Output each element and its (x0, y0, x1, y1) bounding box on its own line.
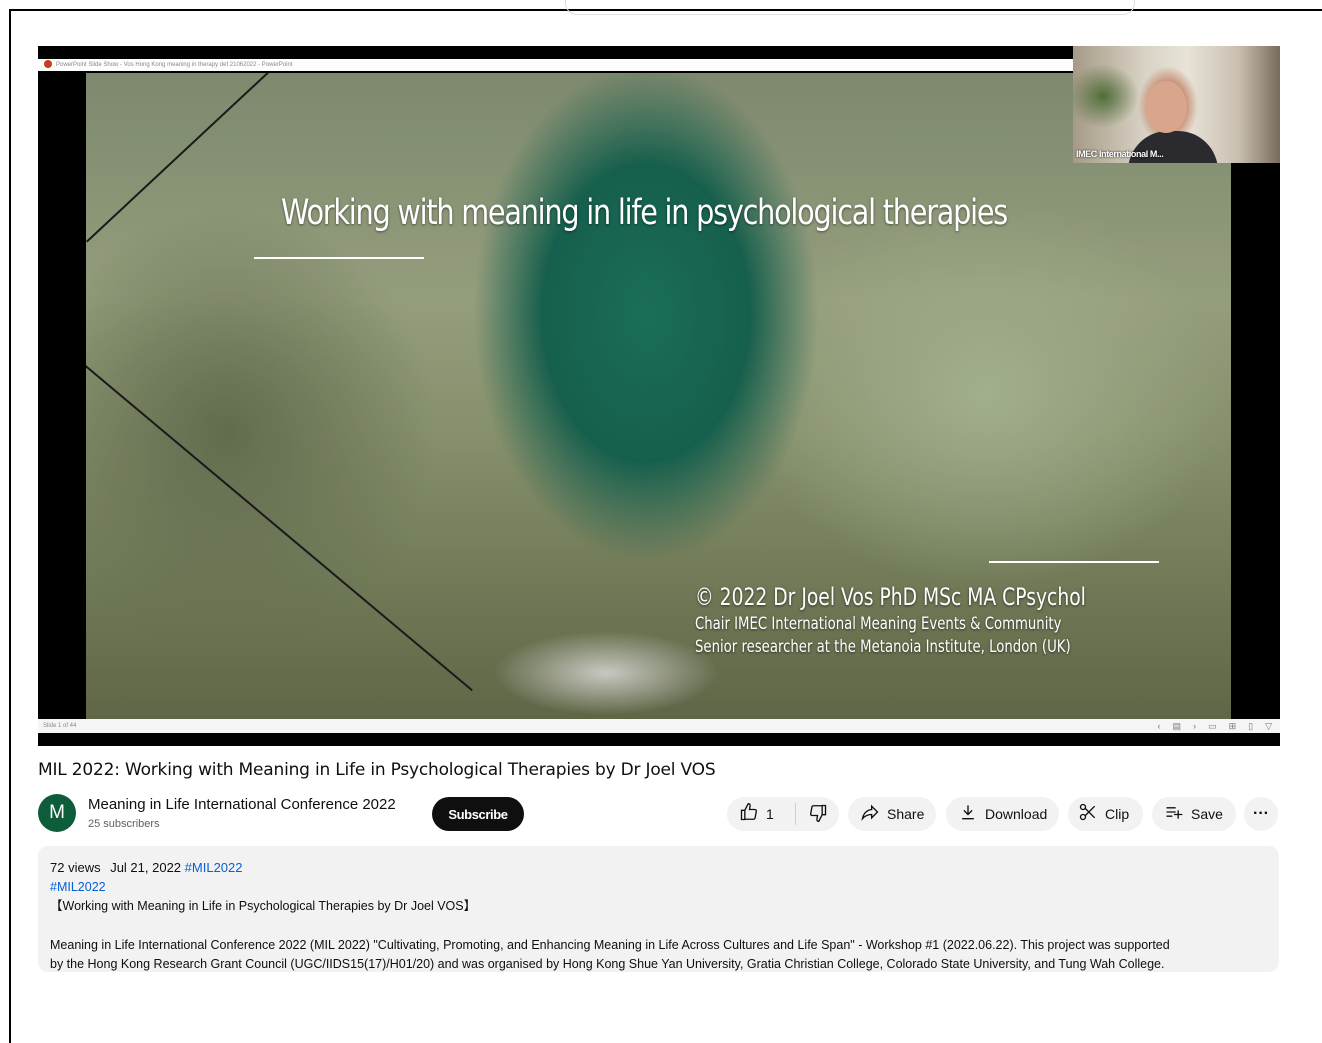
save-button[interactable]: Save (1152, 797, 1236, 831)
channel-name[interactable]: Meaning in Life International Conference… (88, 796, 396, 813)
normal-view-icon: ▭ (1208, 721, 1217, 731)
video-title: MIL 2022: Working with Meaning in Life i… (38, 760, 716, 780)
powerpoint-icon (44, 60, 52, 69)
reading-view-icon: ▯ (1248, 721, 1254, 731)
thumbs-down-icon (808, 803, 828, 826)
scissors-icon (1078, 802, 1098, 827)
like-count: 1 (766, 806, 774, 822)
share-button[interactable]: Share (848, 797, 936, 831)
search-bar-edge (565, 0, 1135, 15)
credit-author: © 2022 Dr Joel Vos PhD MSc MA CPsychol (695, 583, 1086, 611)
clip-label: Clip (1105, 806, 1130, 822)
save-label: Save (1191, 806, 1223, 822)
webcam-label: IMEC International M... (1076, 149, 1164, 159)
hashtag-link[interactable]: #MIL2022 (50, 878, 1267, 898)
sorter-view-icon: ⊞ (1228, 721, 1237, 731)
clip-button[interactable]: Clip (1068, 797, 1143, 831)
description-body: by the Hong Kong Research Grant Council … (50, 957, 1165, 971)
playlist-add-icon (1164, 802, 1184, 827)
presenter-face (1145, 81, 1187, 133)
share-arrow-icon (860, 802, 880, 827)
download-label: Download (985, 806, 1048, 822)
slide-credit-rule (989, 561, 1159, 563)
share-label: Share (887, 806, 925, 822)
description-subtitle: 【Working with Meaning in Life in Psychol… (50, 899, 477, 913)
prev-slide-icon: ‹ (1157, 721, 1161, 731)
like-button[interactable]: 1 (727, 797, 789, 831)
slide-menu-icon: ▤ (1172, 721, 1182, 731)
subscriber-count: 25 subscribers (88, 818, 160, 830)
next-slide-icon: › (1193, 721, 1197, 731)
dislike-button[interactable] (802, 797, 828, 831)
subscribe-button[interactable]: Subscribe (432, 797, 524, 831)
presentation-slide: Working with meaning in life in psycholo… (86, 73, 1231, 719)
upload-date: Jul 21, 2022 (110, 860, 182, 875)
webcam-thumbnail: IMEC International M... (1073, 46, 1280, 163)
channel-avatar[interactable]: M (38, 794, 76, 832)
powerpoint-title: PowerPoint Slide Show - Vos Hong Kong me… (56, 62, 293, 68)
window-border-left (9, 9, 11, 1043)
credit-affiliation: Senior researcher at the Metanoia Instit… (695, 637, 1071, 657)
slide-title-underline (254, 257, 424, 259)
powerpoint-statusbar: Slide 1 of 44 ‹ ▤ › ▭ ⊞ ▯ ▽ (38, 719, 1280, 733)
download-button[interactable]: Download (946, 797, 1059, 831)
download-icon (958, 802, 978, 827)
more-actions-button[interactable]: ··· (1244, 797, 1278, 831)
like-dislike-group: 1 (727, 797, 839, 831)
slide-credit: © 2022 Dr Joel Vos PhD MSc MA CPsychol C… (695, 583, 1086, 657)
slideshow-view-icon: ▽ (1265, 721, 1272, 731)
slide-title: Working with meaning in life in psycholo… (281, 193, 1008, 233)
description-meta: 72 views Jul 21, 2022 #MIL2022 (50, 858, 1267, 878)
thumbs-up-icon (739, 802, 759, 827)
hashtag-link[interactable]: #MIL2022 (185, 860, 243, 875)
view-count: 72 views (50, 860, 101, 875)
slide-nav-controls: ‹ ▤ › ▭ ⊞ ▯ ▽ (1158, 719, 1280, 733)
slide-counter: Slide 1 of 44 (43, 723, 77, 729)
description-body: Meaning in Life International Conference… (50, 937, 1170, 952)
video-player[interactable]: PowerPoint Slide Show - Vos Hong Kong me… (38, 46, 1280, 746)
powerpoint-titlebar: PowerPoint Slide Show - Vos Hong Kong me… (38, 59, 1073, 71)
credit-role: Chair IMEC International Meaning Events … (695, 614, 1062, 634)
description-box[interactable]: 72 views Jul 21, 2022 #MIL2022 #MIL2022 … (38, 846, 1279, 972)
like-divider (795, 803, 796, 825)
